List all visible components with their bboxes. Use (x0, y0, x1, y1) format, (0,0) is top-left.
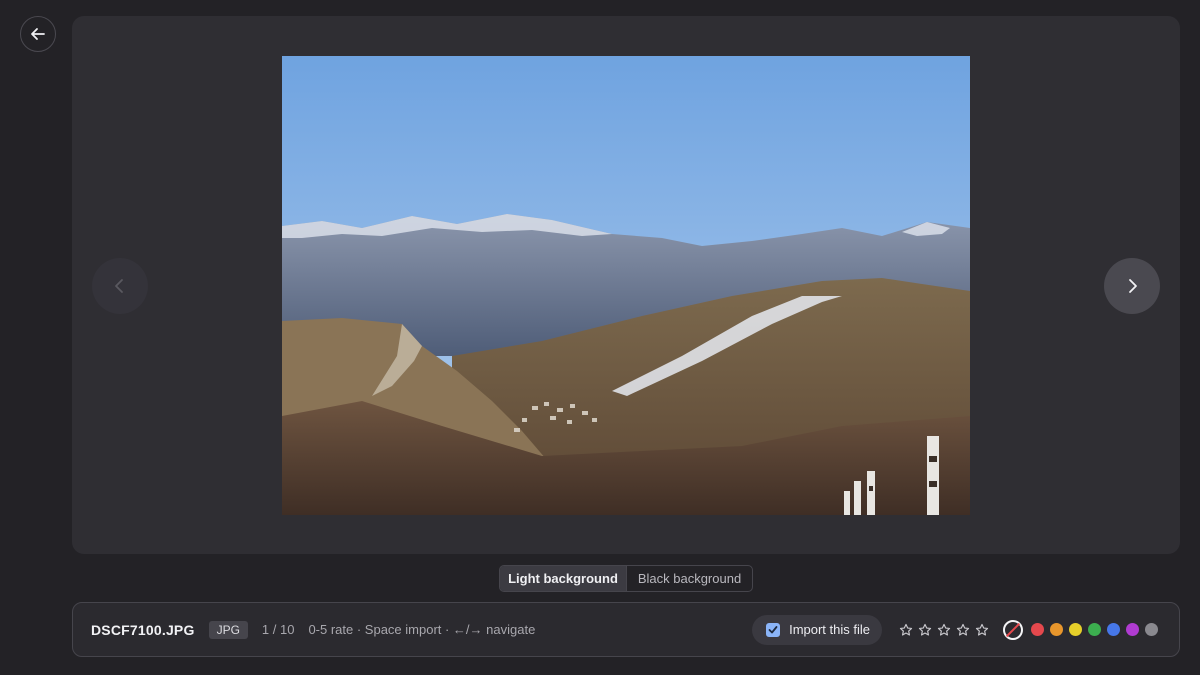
color-label-gray[interactable] (1145, 623, 1158, 636)
import-label: Import this file (789, 622, 870, 637)
star-1[interactable] (896, 620, 915, 639)
file-name: DSCF7100.JPG (91, 621, 195, 638)
previous-image-button[interactable] (92, 258, 148, 314)
import-toggle[interactable]: Import this file (752, 614, 882, 645)
color-label-blue[interactable] (1107, 623, 1120, 636)
chevron-right-icon (1129, 279, 1137, 293)
color-label-green[interactable] (1088, 623, 1101, 636)
file-info-bar: DSCF7100.JPG JPG 1 / 10 0-5 rate · Space… (72, 602, 1180, 657)
file-counter: 1 / 10 (261, 622, 295, 637)
star-outline-icon (975, 623, 988, 636)
back-button[interactable] (20, 16, 56, 52)
color-label-orange[interactable] (1050, 623, 1063, 636)
color-label-yellow[interactable] (1069, 623, 1082, 636)
import-checkbox[interactable] (766, 622, 781, 637)
color-label-purple[interactable] (1126, 623, 1139, 636)
color-label-none[interactable] (1003, 619, 1023, 640)
color-label-red[interactable] (1031, 623, 1044, 636)
star-outline-icon (899, 623, 912, 636)
image-viewer (72, 16, 1180, 554)
star-outline-icon (937, 623, 950, 636)
star-5[interactable] (972, 620, 991, 639)
next-image-button[interactable] (1104, 258, 1160, 314)
black-background-option[interactable]: Black background (626, 566, 752, 591)
star-4[interactable] (953, 620, 972, 639)
star-2[interactable] (915, 620, 934, 639)
mountain-landscape-photo (282, 56, 970, 515)
chevron-left-icon (115, 279, 123, 293)
star-outline-icon (918, 623, 931, 636)
file-type-badge: JPG (208, 620, 248, 639)
arrow-left-icon (31, 28, 45, 40)
checkmark-icon (768, 625, 778, 633)
star-outline-icon (956, 623, 969, 636)
star-rating (896, 620, 991, 639)
photo-preview (282, 56, 970, 515)
background-toggle: Light background Black background (499, 565, 753, 592)
keyboard-hints: 0-5 rate · Space import · ←/→ navigate (308, 622, 536, 637)
color-labels (1003, 619, 1161, 640)
light-background-option[interactable]: Light background (500, 566, 626, 591)
star-3[interactable] (934, 620, 953, 639)
